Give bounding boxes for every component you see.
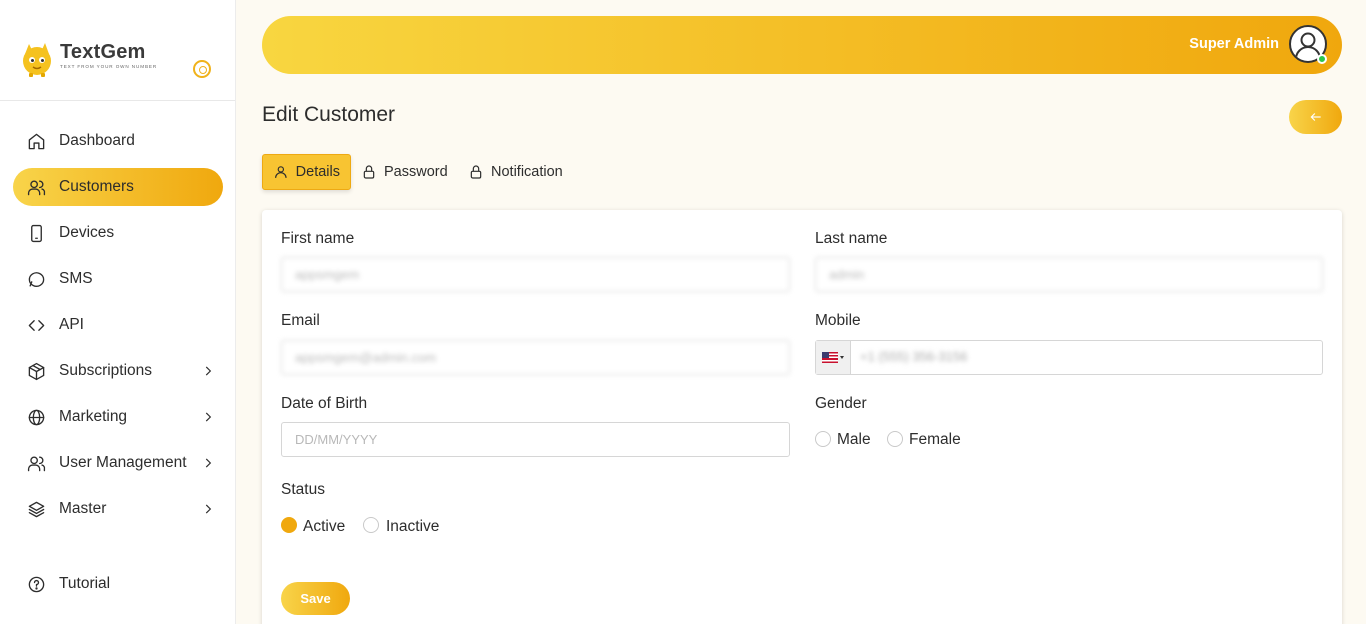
sidebar-item-label: API [59,316,84,333]
sidebar-item-label: Subscriptions [59,362,153,379]
logo[interactable]: TextGem TEXT FROM YOUR OWN NUMBER [20,40,157,78]
sidebar-item-master[interactable]: Master [13,490,223,528]
user-icon [275,166,287,178]
sidebar-item-sms[interactable]: SMS [13,260,223,298]
sidebar-item-subscriptions[interactable]: Subscriptions [13,352,223,390]
tab-notification[interactable]: Notification [468,154,563,190]
brand-name: TextGem [60,41,146,63]
sidebar-toggle-icon[interactable] [193,60,211,78]
last-name-label: Last name [815,230,888,247]
sidebar-item-api[interactable]: API [13,306,223,344]
brand-tagline: TEXT FROM YOUR OWN NUMBER [60,64,158,69]
dob-field[interactable] [281,422,790,457]
package-icon [26,361,46,381]
gender-male-label: Male [837,431,871,448]
sidebar-item-user-management[interactable]: User Management [13,444,223,482]
status-inactive-label: Inactive [386,518,440,535]
country-selector[interactable] [816,341,851,374]
home-icon [26,131,46,151]
gender-female-label: Female [909,431,961,448]
sidebar-item-dashboard[interactable]: Dashboard [13,122,223,160]
status-active-radio[interactable] [281,517,297,533]
sidebar: TextGem TEXT FROM YOUR OWN NUMBER Dashbo… [0,0,236,624]
layers-icon [26,499,46,519]
online-status-badge [1317,54,1327,64]
us-flag-icon [822,352,838,363]
sidebar-item-label: Devices [59,224,115,241]
sidebar-item-label: Customers [59,178,134,195]
user-name[interactable]: Super Admin [1189,36,1279,52]
tab-label: Password [384,164,448,180]
help-circle-icon [26,574,46,594]
back-button[interactable] [1289,100,1342,134]
tab-label: Details [295,164,340,180]
status-active-label: Active [303,518,346,535]
message-circle-icon [26,269,46,289]
status-inactive-radio[interactable] [363,517,379,533]
brand-area: TextGem TEXT FROM YOUR OWN NUMBER [0,0,235,101]
save-button[interactable]: Save [281,582,350,615]
chevron-right-icon [201,410,215,424]
sidebar-item-tutorial[interactable]: Tutorial [13,565,223,603]
customer-form-card: First name Last name Email Mobile +1 (55… [262,210,1342,624]
dob-label: Date of Birth [281,395,368,412]
sidebar-item-label: Dashboard [59,132,135,149]
chevron-right-icon [201,502,215,516]
mobile-label: Mobile [815,312,861,329]
first-name-input[interactable] [281,257,790,292]
globe-icon [26,407,46,427]
caret-down-icon [840,356,844,359]
chevron-right-icon [201,364,215,378]
tab-details[interactable]: Details [262,154,351,190]
smartphone-icon [26,223,46,243]
mobile-field[interactable]: +1 (555) 356-3156 [815,340,1323,375]
sidebar-item-label: Master [59,500,107,517]
sidebar-item-marketing[interactable]: Marketing [13,398,223,436]
users-icon [26,453,46,473]
sidebar-item-label: Tutorial [59,575,111,592]
chevron-right-icon [201,456,215,470]
first-name-label: First name [281,230,355,247]
tab-label: Notification [491,164,563,180]
sidebar-item-label: SMS [59,270,93,287]
sidebar-item-customers[interactable]: Customers [13,168,223,206]
sidebar-item-label: Marketing [59,408,128,425]
lock-icon [363,165,375,179]
tab-password[interactable]: Password [361,154,448,190]
last-name-input[interactable] [815,257,1323,292]
arrow-left-icon [1310,113,1321,121]
top-bar: Super Admin [262,16,1342,74]
gender-female-radio[interactable] [887,431,903,447]
mobile-value: +1 (555) 356-3156 [860,349,968,364]
email-field[interactable] [281,340,790,375]
lock-icon [470,165,482,179]
mascot-logo-icon [20,40,54,78]
gender-label: Gender [815,395,867,412]
sidebar-item-label: User Management [59,454,187,471]
gender-male-radio[interactable] [815,431,831,447]
email-label: Email [281,312,320,329]
code-icon [26,315,46,335]
status-label: Status [281,481,325,498]
sidebar-item-devices[interactable]: Devices [13,214,223,252]
page-title: Edit Customer [262,103,396,126]
users-icon [26,177,46,197]
